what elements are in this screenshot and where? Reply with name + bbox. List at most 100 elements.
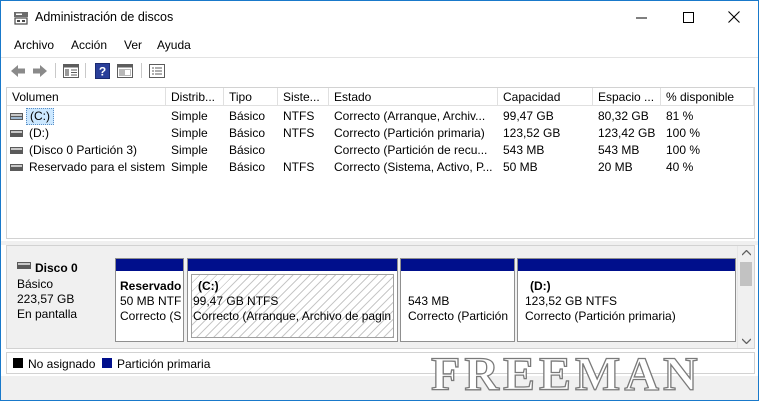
disk-management-icon xyxy=(14,12,28,25)
partition-size: 50 MB NTF xyxy=(120,294,182,308)
legend-label-unallocated: No asignado xyxy=(28,357,96,371)
volume-percent: 100 % xyxy=(666,126,701,140)
partition-label: (D:) xyxy=(530,279,551,293)
column-header-volumen[interactable]: Volumen xyxy=(7,88,166,106)
volume-name: (D:) xyxy=(29,126,49,140)
forward-button[interactable] xyxy=(31,62,49,79)
menu-ver[interactable]: Ver xyxy=(124,38,142,52)
table-row[interactable]: (C:) Simple Básico NTFS Correcto (Arranq… xyxy=(7,108,754,125)
volume-type: Básico xyxy=(229,160,266,174)
column-header-disponible[interactable]: % disponible xyxy=(661,88,754,106)
column-header-tipo[interactable]: Tipo xyxy=(224,88,278,106)
minimize-icon xyxy=(635,17,647,18)
partition-reserved[interactable]: Reservado 50 MB NTF Correcto (S xyxy=(115,258,184,342)
title-bar[interactable]: Administración de discos xyxy=(1,1,758,33)
volume-free: 80,32 GB xyxy=(598,109,649,123)
partition-c[interactable]: (C:) 99,47 GB NTFS Correcto (Arranque, A… xyxy=(187,258,398,342)
disk-management-window: Administración de discos Archivo Acción … xyxy=(0,0,759,402)
toolbar-separator xyxy=(85,63,86,78)
table-row[interactable]: (D:) Simple Básico NTFS Correcto (Partic… xyxy=(7,125,754,142)
column-header-espacio[interactable]: Espacio ... xyxy=(593,88,661,106)
window-title: Administración de discos xyxy=(35,10,174,24)
partition-color-bar xyxy=(401,259,514,271)
volume-filesystem: NTFS xyxy=(283,126,315,140)
legend-swatch-primary xyxy=(102,358,112,368)
volume-layout: Simple xyxy=(171,126,208,140)
partition-label: Reservado xyxy=(120,279,182,293)
forward-arrow-icon xyxy=(33,64,47,77)
menu-accion[interactable]: Acción xyxy=(71,38,107,52)
minimize-button[interactable] xyxy=(618,1,664,33)
partition-size: 123,52 GB NTFS xyxy=(525,294,618,308)
watermark-text: FREEMAN xyxy=(430,347,702,401)
volume-icon xyxy=(10,147,23,154)
column-header-sistema[interactable]: Siste... xyxy=(278,88,329,106)
disk-row-area: Disco 0 Básico 223,57 GB En pantalla Res… xyxy=(7,246,738,348)
volume-list[interactable]: Volumen Distrib... Tipo Siste... Estado … xyxy=(6,87,755,239)
volume-name: (Disco 0 Partición 3) xyxy=(29,143,138,157)
partition-size: 99,47 GB NTFS xyxy=(193,294,279,308)
volume-name: (C:) xyxy=(26,108,54,125)
disk-info-panel[interactable]: Disco 0 Básico 223,57 GB En pantalla xyxy=(11,258,111,342)
close-button[interactable] xyxy=(711,1,757,33)
volume-capacity: 123,52 GB xyxy=(503,126,561,140)
properties-button[interactable] xyxy=(116,62,134,79)
help-icon: ? xyxy=(94,62,110,79)
column-header-distribucion[interactable]: Distrib... xyxy=(166,88,224,106)
volume-filesystem: NTFS xyxy=(283,160,315,174)
partition-status: Correcto (S xyxy=(120,309,182,323)
scroll-down-icon[interactable] xyxy=(742,338,751,344)
legend-swatch-unallocated xyxy=(13,358,23,368)
column-header-estado[interactable]: Estado xyxy=(329,88,498,106)
volume-free: 543 MB xyxy=(598,143,640,157)
menu-ayuda[interactable]: Ayuda xyxy=(157,38,191,52)
partition-status: Correcto (Partición primaria) xyxy=(525,309,676,323)
volume-status: Correcto (Partición primaria) xyxy=(334,126,485,140)
volume-filesystem: NTFS xyxy=(283,109,315,123)
disk-type: Básico xyxy=(17,277,54,291)
disk-icon xyxy=(17,262,31,269)
volume-capacity: 50 MB xyxy=(503,160,538,174)
partition-label: (C:) xyxy=(198,279,219,293)
table-row[interactable]: (Disco 0 Partición 3) Simple Básico Corr… xyxy=(7,142,754,159)
vertical-scrollbar[interactable] xyxy=(737,246,754,348)
console-tree-icon xyxy=(63,63,79,78)
legend-label-primary: Partición primaria xyxy=(117,357,211,371)
volume-icon xyxy=(10,130,23,137)
volume-type: Básico xyxy=(229,143,266,157)
action-pane-button[interactable] xyxy=(148,62,166,79)
volume-type: Básico xyxy=(229,126,266,140)
disk-name: Disco 0 xyxy=(35,261,78,275)
partition-recovery[interactable]: 543 MB Correcto (Partición xyxy=(400,258,515,342)
volume-percent: 40 % xyxy=(666,160,694,174)
partition-color-bar xyxy=(116,259,183,271)
volume-icon xyxy=(10,113,23,120)
close-icon xyxy=(728,11,740,23)
volume-icon xyxy=(10,164,23,171)
disk-state: En pantalla xyxy=(17,307,78,321)
volume-percent: 81 % xyxy=(666,109,694,123)
console-tree-button[interactable] xyxy=(62,62,80,79)
volume-free: 123,42 GB xyxy=(598,126,656,140)
partition-d[interactable]: (D:) 123,52 GB NTFS Correcto (Partición … xyxy=(517,258,736,342)
column-header-capacidad[interactable]: Capacidad xyxy=(498,88,593,106)
table-row[interactable]: Reservado para el sistema Simple Básico … xyxy=(7,159,754,176)
volume-status: Correcto (Partición de recu... xyxy=(334,143,488,157)
help-button[interactable]: ? xyxy=(93,62,111,79)
scroll-thumb[interactable] xyxy=(740,262,752,286)
svg-text:?: ? xyxy=(98,64,105,78)
volume-layout: Simple xyxy=(171,109,208,123)
scroll-up-icon[interactable] xyxy=(742,250,751,256)
toolbar-separator xyxy=(141,63,142,78)
toolbar-separator xyxy=(55,63,56,78)
volume-capacity: 543 MB xyxy=(503,143,545,157)
volume-status: Correcto (Arranque, Archiv... xyxy=(334,109,486,123)
menu-bar: Archivo Acción Ver Ayuda xyxy=(1,33,758,55)
back-button[interactable] xyxy=(9,62,27,79)
menu-archivo[interactable]: Archivo xyxy=(14,38,54,52)
disk-graphical-view: Disco 0 Básico 223,57 GB En pantalla Res… xyxy=(6,245,755,349)
partition-status: Correcto (Partición xyxy=(408,309,509,323)
maximize-button[interactable] xyxy=(665,1,711,33)
volume-capacity: 99,47 GB xyxy=(503,109,554,123)
action-pane-icon xyxy=(149,63,165,78)
